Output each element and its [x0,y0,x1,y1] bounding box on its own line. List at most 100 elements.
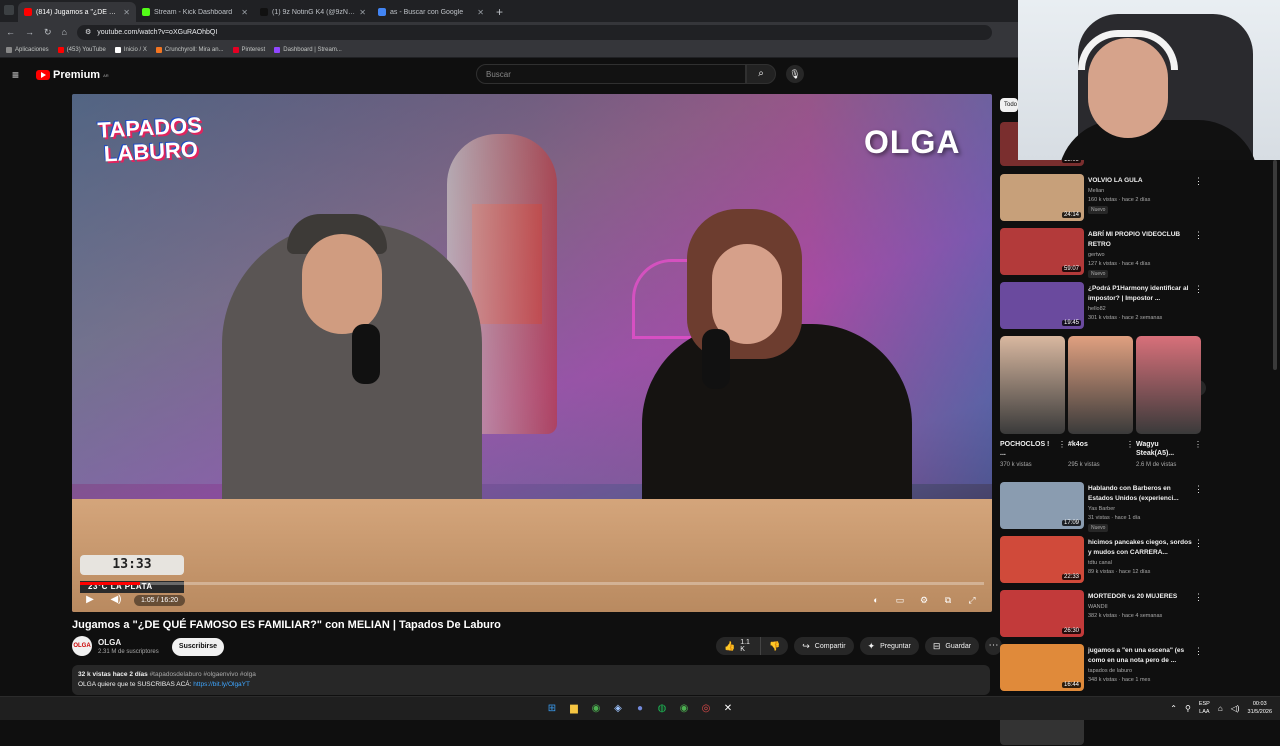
search-input[interactable]: Buscar [476,64,746,84]
tab-actions-icon[interactable] [4,5,14,15]
miniplayer-icon[interactable]: ⧉ [940,592,956,608]
microphone-icon[interactable]: 🎙 [786,65,804,83]
discord-icon[interactable]: ● [632,701,648,717]
input-language[interactable]: ESP LAA [1199,700,1210,716]
recommendation-channel[interactable]: Yas Barber [1088,506,1192,512]
more-options-icon[interactable]: ⋮ [1194,484,1203,495]
more-options-icon[interactable]: ⋮ [1194,230,1203,241]
new-tab-icon[interactable]: + [490,2,509,22]
hashtags[interactable]: #tapadosdelaburo #olgaenvivo #olga [150,671,256,678]
recommendation-channel[interactable]: hello82 [1088,306,1192,312]
tab-3[interactable]: as - Buscar con Google ✕ [372,2,490,22]
reload-icon[interactable]: ↻ [44,27,52,38]
scrollbar[interactable] [1273,160,1277,370]
short-thumbnail[interactable] [1068,336,1133,434]
dislike-button[interactable]: 👎 [761,637,789,655]
close-tab-icon[interactable]: ✕ [241,8,248,17]
kick-app-icon[interactable]: ✕ [720,701,736,717]
recommendation-channel[interactable]: tapados de laburo [1088,668,1192,674]
short-thumbnail[interactable] [1136,336,1201,434]
recommendation-meta: 382 k vistas · hace 4 semanas [1088,613,1163,619]
site-info-icon[interactable]: ⚙ [85,28,91,36]
recommendation-item[interactable]: 19:45 ¿Podrá P1Harmony identificar al imp… [1000,282,1205,330]
spotify-icon[interactable]: ◍ [654,701,670,717]
more-options-icon[interactable]: ⋮ [1194,176,1203,187]
share-button[interactable]: ↪ Compartir [794,637,854,655]
volume-icon[interactable]: ◀) [108,592,124,608]
short-thumbnail[interactable] [1000,336,1065,434]
omnibox[interactable]: ⚙ youtube.com/watch?v=oXGuRAOhbQI [76,24,992,40]
recommendation-channel[interactable]: Melian [1088,188,1192,194]
recommendation-channel[interactable]: tdtu canal [1088,560,1192,566]
bookmark-item[interactable]: Inicio / X [114,46,147,53]
subscribe-button[interactable]: Suscribirse [172,638,224,656]
more-options-icon[interactable]: ⋮ [1194,284,1203,295]
settings-icon[interactable]: ⚙ [916,592,932,608]
bookmark-favicon-icon [6,46,12,53]
forward-icon[interactable]: → [25,27,34,37]
recommendation-channel[interactable]: gertwo [1088,252,1192,258]
speaker-icon[interactable]: ◁) [1231,704,1240,713]
like-button[interactable]: 👍 1.1 K [716,637,762,655]
autoplay-toggle-icon[interactable]: ◐ [868,592,884,608]
short-more-icon[interactable]: ⋮ [1194,440,1202,449]
recommendation-item[interactable]: 22:33 hicimos pancakes ciegos, sordos y m… [1000,536,1205,584]
close-tab-icon[interactable]: ✕ [123,8,130,17]
tray-chevron-icon[interactable]: ⌃ [1170,704,1177,713]
obs-icon[interactable]: ◎ [698,701,714,717]
description-link[interactable]: https://bit.ly/OlgaYT [193,681,250,688]
search-icon[interactable]: ⌕ [746,64,776,84]
recommendation-channel[interactable]: WANDII [1088,604,1192,610]
bookmark-item[interactable]: Crunchyroll: Mira an... [155,46,224,53]
recommendation-item[interactable]: 24:14 VOLVIO LA GULA Melian 160 k vistas · … [1000,174,1205,222]
recommendation-item[interactable]: 26:30 MORTEDOR vs 20 MUJERES WANDII 382 k v… [1000,590,1205,638]
youtube-logo[interactable]: Premium AR [36,69,109,81]
fullscreen-icon[interactable]: ⤢ [964,592,980,608]
usb-icon[interactable]: ⚲ [1185,704,1191,713]
bookmark-item[interactable]: Dashboard | Stream... [274,46,342,53]
bookmark-item[interactable]: (453) YouTube [57,46,106,53]
play-icon[interactable]: ▶ [82,592,98,608]
short-more-icon[interactable]: ⋮ [1126,440,1134,449]
clock-date[interactable]: 00:03 31/5/2026 [1248,700,1272,716]
close-tab-icon[interactable]: ✕ [359,8,366,17]
save-button[interactable]: ⊟ Guardar [924,637,980,655]
progress-bar[interactable] [80,582,984,585]
bookmark-item[interactable]: Aplicaciones [6,46,49,53]
video-player[interactable]: TAPADOS LABURO OLGA 13:33 23°C LA PLATA … [72,94,992,612]
subtitles-icon[interactable]: ▭ [892,592,908,608]
duration: 17:09 [1061,520,1081,526]
recommendation-item[interactable]: 17:09 Hablando con Barberos en Estados Un… [1000,482,1205,532]
file-explorer-icon[interactable]: ▆ [566,701,582,717]
description-box[interactable]: 32 k vistas hace 2 días #tapadosdelaburo… [72,665,990,695]
bookmark-label: Dashboard | Stream... [283,46,342,53]
recommendations-sidebar: Todo 18:09 24:14 VOLVIO LA GULA Melian 160 … [1000,94,1206,745]
back-icon[interactable]: ← [6,27,15,37]
menu-icon[interactable]: ≡ [12,69,23,81]
more-options-icon[interactable]: ⋮ [1194,646,1203,657]
chrome-icon[interactable]: ◉ [588,701,604,717]
logo-text: Premium [53,69,101,81]
tab-1[interactable]: Stream - Kick Dashboard ✕ [136,2,254,22]
channel-name[interactable]: OLGA [98,638,121,647]
short-title[interactable]: POCHOCLOS ! ... [1000,440,1055,458]
steam-icon[interactable]: ◈ [610,701,626,717]
more-options-icon[interactable]: ⋮ [1194,592,1203,603]
home-icon[interactable]: ⌂ [62,27,67,37]
short-more-icon[interactable]: ⋮ [1058,440,1066,449]
ask-button[interactable]: ✦ Preguntar [859,637,919,655]
close-tab-icon[interactable]: ✕ [477,8,484,17]
recommendation-item[interactable]: 16:44 jugamos a "en una escena" (es como … [1000,644,1205,692]
network-icon[interactable]: ⌂ [1218,704,1223,713]
chrome-profile-icon[interactable]: ◉ [676,701,692,717]
tab-0[interactable]: (814) Jugamos a "¿DE QUÉ ✕ [18,2,136,22]
short-title[interactable]: Wagyu Steak(A5)... [1136,440,1191,458]
tab-2[interactable]: (1) 9z NotinG K4 (@9zNotinG)✕ [254,2,372,22]
recommendation-item[interactable]: 59:07 ABRÍ MI PROPIO VIDEOCLUB RETRO gertw… [1000,228,1205,278]
bookmark-item[interactable]: Pinterest [232,46,265,53]
windows-start-icon[interactable]: ⊞ [544,701,560,717]
short-title[interactable]: #k4os [1068,440,1123,449]
filter-chip-all[interactable]: Todo [1000,98,1018,112]
more-options-icon[interactable]: ⋮ [1194,538,1203,549]
channel-avatar[interactable]: OLGA [72,636,92,656]
